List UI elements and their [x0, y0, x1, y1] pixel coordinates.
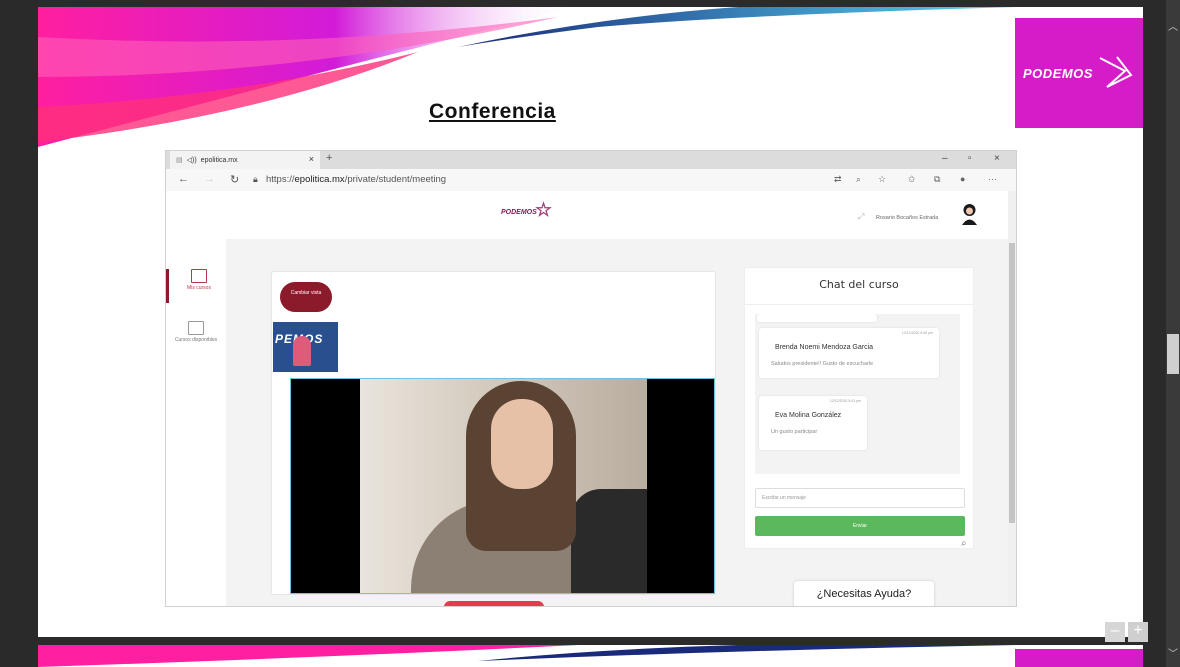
page-scrollbar[interactable]	[1008, 191, 1016, 606]
monitor-icon	[188, 321, 204, 335]
slide-title: Conferencia	[429, 100, 556, 123]
scroll-down-icon[interactable]: ﹀	[1166, 645, 1180, 660]
chat-panel: Chat del curso 12/12/2020 5:40 pm Brenda…	[744, 267, 974, 549]
participant-thumbnail[interactable]: PEMOS	[273, 322, 338, 372]
favorites-icon[interactable]: ✩	[908, 174, 916, 185]
star-logo-icon: ☆	[535, 200, 553, 221]
url-prefix: https://	[266, 174, 295, 185]
star-logo-icon	[1099, 56, 1133, 88]
chat-message: 12/12/2020 5:40 pm Brenda Noemi Mendoza …	[759, 328, 939, 378]
tab-close-icon[interactable]: ×	[309, 154, 314, 164]
viewer-right-margin	[1143, 0, 1166, 667]
scroll-up-icon[interactable]: ︿	[1166, 18, 1180, 33]
video-person-jacket	[571, 489, 647, 593]
zoom-in-button[interactable]: +	[1128, 622, 1148, 642]
presentation-slide: Conferencia PODEMOS ▤ ◁)) epolitica.mx ×…	[38, 7, 1143, 637]
message-author: Eva Molina González	[775, 412, 842, 419]
main-video[interactable]	[290, 378, 715, 594]
address-bar-row: ← → ↻ 🔒︎ https://epolitica.mx/private/st…	[166, 169, 1016, 192]
sidebar: Mis cursos Cursos disponibles	[166, 239, 226, 606]
user-name[interactable]: Rosario Bocaños Estrada	[876, 215, 938, 221]
app-logo[interactable]: PODEMOS ☆	[501, 200, 552, 221]
expand-icon[interactable]: ⤢	[858, 212, 864, 221]
help-tab[interactable]: ¿Necesitas Ayuda?	[794, 581, 934, 606]
search-icon[interactable]: ⌕	[961, 538, 967, 549]
message-time: 12/12/2020 5:40 pm	[901, 331, 933, 335]
participant-face	[293, 336, 311, 366]
minimize-icon[interactable]: –	[942, 153, 948, 164]
forward-icon[interactable]: →	[204, 173, 215, 185]
url-path: /private/student/meeting	[344, 174, 447, 185]
tab-title: epolitica.mx	[200, 156, 238, 164]
podemos-logo	[1015, 649, 1143, 667]
podemos-logo-text: PODEMOS	[1023, 65, 1093, 81]
video-panel: Cambiar vista PEMOS	[271, 271, 716, 595]
browser-tabbar: ▤ ◁)) epolitica.mx × + – ▫ ×	[166, 151, 1016, 169]
next-slide-preview	[38, 645, 1143, 667]
star-icon[interactable]: ☆	[878, 174, 886, 185]
browser-window: ▤ ◁)) epolitica.mx × + – ▫ × ← → ↻ 🔒︎ ht…	[165, 150, 1017, 607]
chat-messages[interactable]: 12/12/2020 5:40 pm Brenda Noemi Mendoza …	[755, 314, 960, 474]
cambiar-vista-button[interactable]: Cambiar vista	[280, 282, 332, 312]
send-button[interactable]: Enviar	[755, 516, 965, 536]
translate-icon[interactable]: ⇄	[834, 174, 842, 185]
window-close-icon[interactable]: ×	[994, 153, 1000, 164]
new-tab-icon[interactable]: +	[326, 152, 332, 164]
page-icon: ▤	[176, 157, 183, 164]
podemos-logo: PODEMOS	[1015, 18, 1143, 128]
url-domain: epolitica.mx	[294, 174, 345, 185]
avatar[interactable]	[961, 203, 978, 225]
video-person-face	[491, 399, 553, 489]
zoom-icon[interactable]: ⌕	[856, 174, 861, 185]
tab-sound-icon[interactable]: ◁))	[187, 156, 197, 164]
zoom-out-button[interactable]: –	[1105, 622, 1125, 642]
monitor-icon	[191, 269, 207, 283]
refresh-icon[interactable]: ↻	[230, 173, 239, 186]
url-field[interactable]: https://epolitica.mx/private/student/mee…	[266, 174, 446, 185]
message-time: 12/12/2020 5:41 pm	[829, 399, 861, 403]
lock-icon: 🔒︎	[253, 174, 258, 184]
collections-icon[interactable]: ⧉	[934, 174, 940, 185]
slide-decoration-swoosh	[38, 7, 1018, 147]
chat-message-partial	[757, 314, 877, 322]
user-bar: ⤢ Rosario Bocaños Estrada	[858, 212, 938, 222]
chat-message-input[interactable]: Escribe un mensaje	[755, 488, 965, 508]
chat-message: 12/12/2020 5:41 pm Eva Molina González U…	[759, 396, 867, 450]
chat-title: Chat del curso	[745, 268, 973, 305]
app-header: PODEMOS ☆ ⤢ Rosario Bocaños Estrada	[166, 191, 1008, 240]
maximize-icon[interactable]: ▫	[968, 153, 972, 164]
viewer-left-margin	[0, 0, 38, 667]
more-icon[interactable]: ···	[988, 174, 997, 184]
sidebar-item-label: Cursos disponibles	[174, 337, 218, 343]
profile-icon[interactable]: ●	[960, 174, 965, 184]
app-logo-text: PODEMOS	[501, 209, 537, 216]
browser-tab[interactable]: ▤ ◁)) epolitica.mx ×	[170, 151, 320, 169]
leave-call-button[interactable]	[444, 601, 544, 606]
sidebar-item-mis-cursos[interactable]: Mis cursos	[166, 269, 229, 303]
message-body: Un gusto participar	[771, 429, 818, 435]
sidebar-item-cursos-disponibles[interactable]: Cursos disponibles	[166, 321, 226, 355]
back-icon[interactable]: ←	[178, 173, 189, 185]
meeting-content: Cambiar vista PEMOS Chat del curso	[226, 239, 1008, 606]
message-body: Saludos presidente!! Gusto de escucharle	[771, 361, 874, 367]
page-scroll-thumb[interactable]	[1009, 243, 1015, 523]
slide-decoration-swoosh	[38, 645, 1018, 667]
message-author: Brenda Noemi Mendoza Garcia	[775, 344, 874, 351]
viewer-scroll-thumb[interactable]	[1167, 334, 1179, 374]
viewer-scrollbar[interactable]: ︿ ﹀	[1166, 0, 1180, 667]
sidebar-item-label: Mis cursos	[187, 285, 211, 291]
